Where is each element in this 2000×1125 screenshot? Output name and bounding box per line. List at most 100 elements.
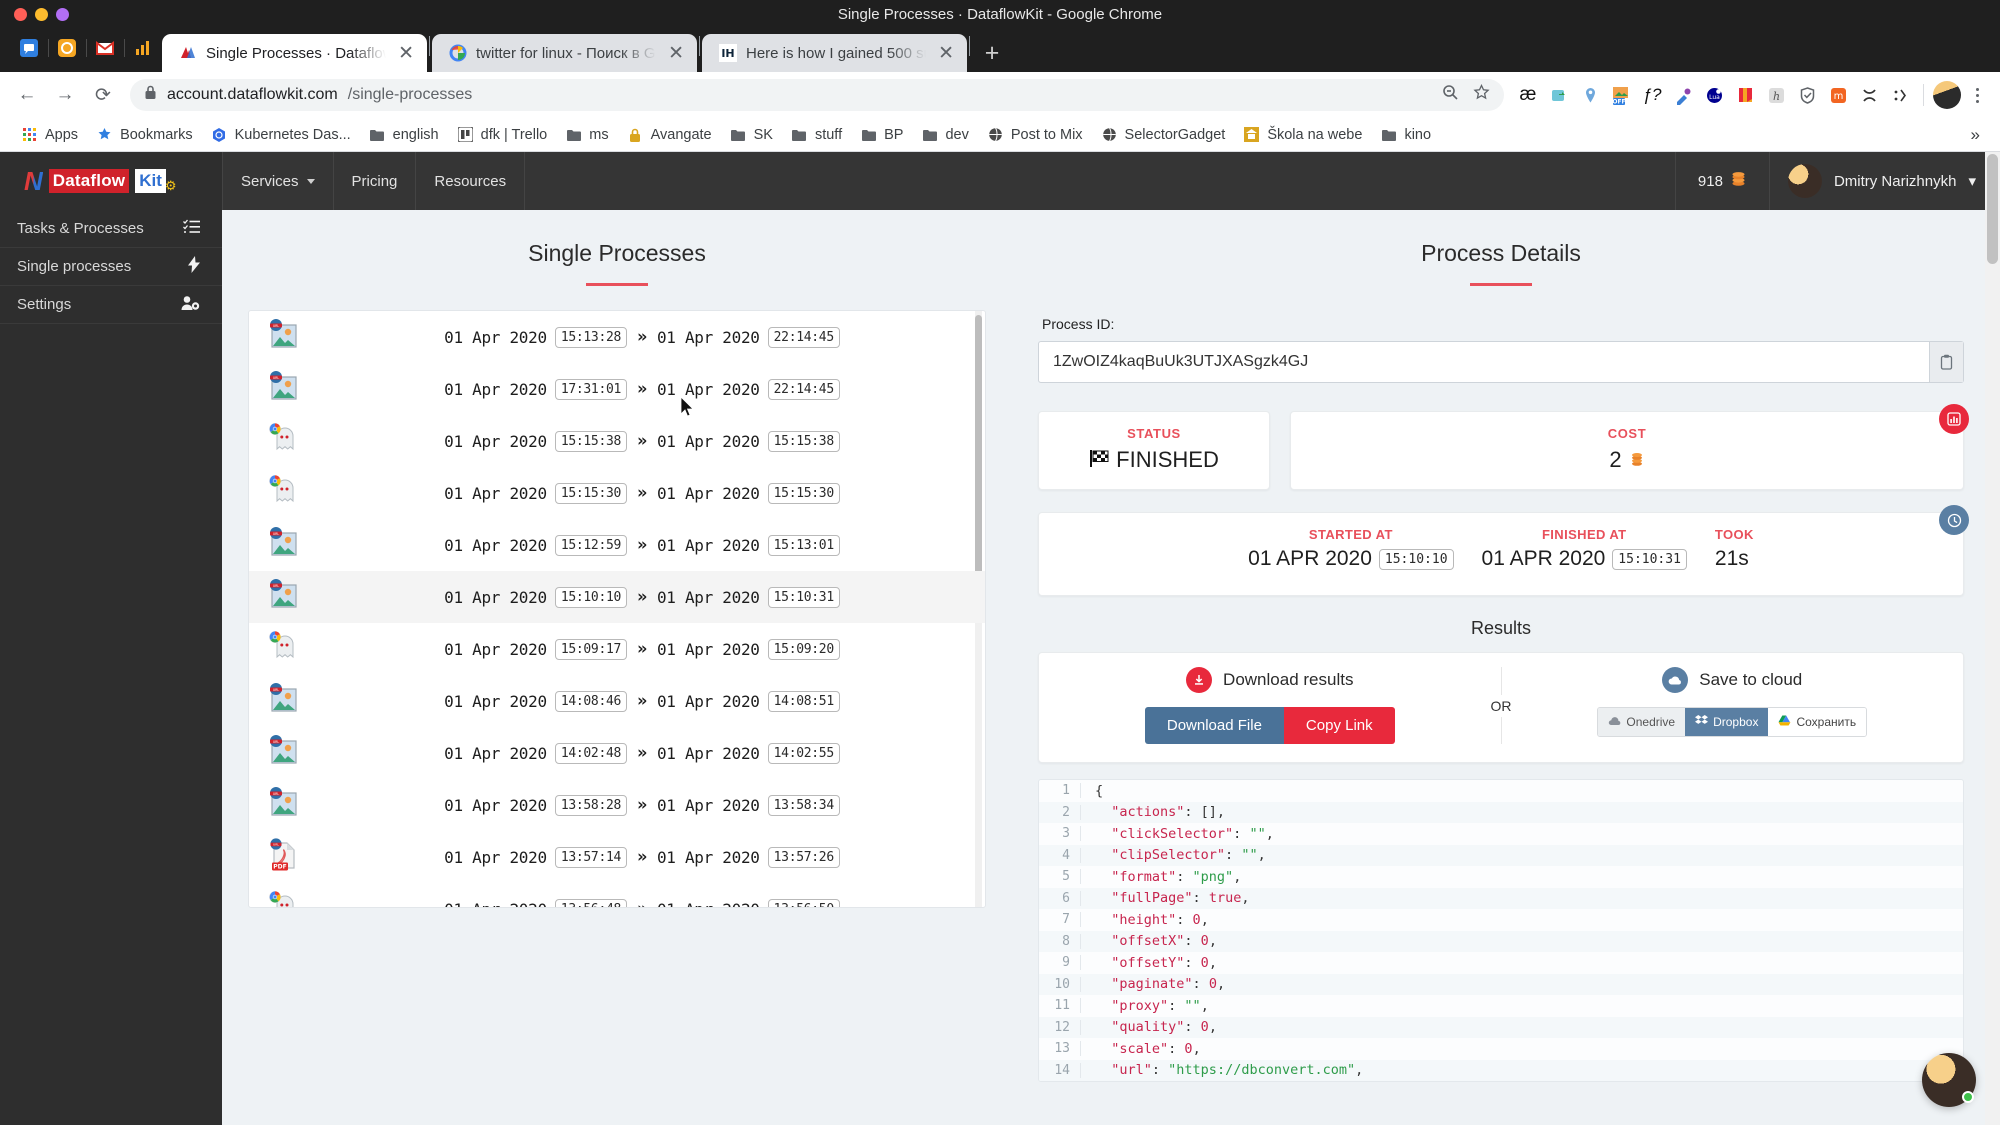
process-id-field[interactable]	[1038, 341, 1964, 383]
page-scrollbar-thumb[interactable]	[1987, 154, 1998, 264]
process-list-item[interactable]: PDF URL 01 Apr 2020 13:57:14 » 01 Apr 2020 13:…	[249, 831, 985, 883]
h-extension-icon[interactable]: h	[1762, 81, 1790, 109]
process-start-date: 01 Apr 2020	[444, 431, 547, 451]
process-list-item[interactable]: 01 Apr 2020 15:09:17 » 01 Apr 2020 15:09:20	[249, 623, 985, 675]
bookmark-english[interactable]: english	[360, 122, 448, 147]
app-icon[interactable]	[48, 31, 86, 65]
svg-text:IH: IH	[721, 47, 734, 60]
process-list-item[interactable]: 01 Apr 2020 15:15:38 » 01 Apr 2020 15:15:38	[249, 415, 985, 467]
tab-twitter-search[interactable]: twitter for linux - Поиск в Go ✕	[432, 34, 697, 72]
back-button[interactable]: ←	[10, 78, 44, 112]
url-host: account.dataflowkit.com	[167, 86, 338, 103]
nav-item-pricing[interactable]: Pricing	[334, 152, 417, 210]
yandex-extension-icon[interactable]	[1576, 81, 1604, 109]
code-line: 9 "offsetY": 0,	[1039, 952, 1963, 974]
code-line-text: "paginate": 0,	[1095, 976, 1226, 993]
messenger-icon[interactable]	[10, 31, 48, 65]
sidebar-item-tasks-processes[interactable]: Tasks & Processes	[0, 210, 222, 248]
process-list-item[interactable]: URL 01 Apr 2020 14:02:48 » 01 Apr 2020 14:02:…	[249, 727, 985, 779]
chrome-menu-icon[interactable]	[1964, 81, 1990, 109]
onedrive-button[interactable]: Onedrive	[1598, 708, 1686, 736]
process-list-item[interactable]: URL 01 Apr 2020 15:13:28 » 01 Apr 2020 22:14:…	[249, 311, 985, 363]
sidebar-item-single-processes[interactable]: Single processes	[0, 248, 222, 286]
copy-link-button[interactable]: Copy Link	[1283, 707, 1395, 744]
f-question-extension-icon[interactable]: ƒ?	[1638, 81, 1666, 109]
sidebar-item-settings[interactable]: Settings	[0, 286, 222, 324]
download-button-group: Download File Copy Link	[1144, 707, 1395, 744]
tab-single-processes[interactable]: Single Processes · DataflowK ✕	[162, 34, 427, 72]
share-extension-icon[interactable]	[1545, 81, 1573, 109]
minimize-window-button[interactable]	[35, 7, 48, 21]
process-id-input[interactable]	[1039, 342, 1929, 382]
process-start-date: 01 Apr 2020	[444, 587, 547, 607]
address-bar[interactable]: account.dataflowkit.com/single-processes	[130, 79, 1504, 111]
bookmark-dev[interactable]: dev	[912, 122, 977, 147]
zoom-out-icon[interactable]	[1442, 84, 1459, 106]
process-list-item[interactable]: 01 Apr 2020 15:15:30 » 01 Apr 2020 15:15:30	[249, 467, 985, 519]
shield-extension-icon[interactable]	[1793, 81, 1821, 109]
download-file-button[interactable]: Download File	[1144, 707, 1284, 744]
globe-icon	[1101, 126, 1118, 143]
support-chat-avatar[interactable]	[1922, 1053, 1976, 1107]
eyedropper-extension-icon[interactable]	[1669, 81, 1697, 109]
process-list-item[interactable]: URL 01 Apr 2020 17:31:01 » 01 Apr 2020 22:14:…	[249, 363, 985, 415]
dropbox-button[interactable]: Dropbox	[1685, 708, 1769, 736]
close-tab-button[interactable]: ✕	[665, 44, 687, 63]
app-logo[interactable]: N Dataflow Kit ⚙	[0, 152, 222, 210]
chart-icon[interactable]	[1939, 404, 1969, 434]
bookmark-sk[interactable]: SK	[721, 122, 782, 147]
process-end-date: 01 Apr 2020	[656, 379, 760, 399]
x-extension-icon[interactable]	[1855, 81, 1883, 109]
process-list-item[interactable]: 01 Apr 2020 13:56:48 » 01 Apr 2020 13:56:50	[249, 883, 985, 907]
bookmark-trello[interactable]: dfk | Trello	[448, 122, 557, 147]
clipboard-icon[interactable]	[1929, 342, 1963, 382]
image-off-extension-icon[interactable]: OFF	[1607, 81, 1635, 109]
lua-extension-icon[interactable]: Lua	[1700, 81, 1728, 109]
process-list-item[interactable]: URL 01 Apr 2020 15:10:10 » 01 Apr 2020 15:10:…	[249, 571, 985, 623]
bookmark-selectorgadget[interactable]: SelectorGadget	[1092, 122, 1235, 147]
bookmark-star-icon[interactable]	[1473, 83, 1490, 106]
bookmark-kino[interactable]: kino	[1371, 122, 1440, 147]
new-tab-button[interactable]: +	[972, 34, 1012, 72]
analytics-icon[interactable]	[124, 31, 162, 65]
bookmark-stuff[interactable]: stuff	[782, 122, 851, 147]
process-end-time: 15:10:31	[767, 586, 840, 608]
result-json-viewer[interactable]: 1{2 "actions": [], 3 "clickSelector": "",…	[1038, 779, 1964, 1082]
window-traffic-lights[interactable]	[0, 7, 69, 21]
bookmark-ms[interactable]: ms	[556, 122, 617, 147]
m-extension-icon[interactable]: ⅿ	[1824, 81, 1852, 109]
nav-item-resources[interactable]: Resources	[416, 152, 526, 210]
close-tab-button[interactable]: ✕	[935, 44, 957, 63]
bookmarks-overflow-button[interactable]: »	[1963, 125, 1988, 145]
nav-item-services[interactable]: Services	[222, 152, 334, 210]
bookmark-skola-na-webe[interactable]: Škola na webe	[1234, 122, 1371, 147]
bookmark-kubernetes[interactable]: Kubernetes Das...	[202, 122, 360, 147]
profile-avatar[interactable]	[1933, 81, 1961, 109]
google-drive-button[interactable]: Сохранить	[1768, 708, 1867, 736]
bookmark-avangate[interactable]: Avangate	[618, 122, 721, 147]
gmail-icon[interactable]	[86, 31, 124, 65]
arrow-icon: »	[637, 639, 647, 659]
process-start-time: 14:02:48	[554, 742, 628, 764]
process-list-item[interactable]: URL 01 Apr 2020 15:12:59 » 01 Apr 2020 15:13:…	[249, 519, 985, 571]
process-list-item[interactable]: URL 01 Apr 2020 14:08:46 » 01 Apr 2020 14:08:…	[249, 675, 985, 727]
close-tab-button[interactable]: ✕	[395, 44, 417, 63]
maximize-window-button[interactable]	[56, 7, 69, 21]
ae-extension-icon[interactable]: æ	[1514, 81, 1542, 109]
clock-icon[interactable]	[1939, 505, 1969, 535]
process-list-item[interactable]: URL 01 Apr 2020 13:58:28 » 01 Apr 2020 13:58:…	[249, 779, 985, 831]
bookmark-bp[interactable]: BP	[851, 122, 912, 147]
credits-balance[interactable]: 918	[1674, 152, 1770, 210]
tab-indiehackers-article[interactable]: IH Here is how I gained 500 sub ✕	[702, 34, 967, 72]
bookmark-post-to-mix[interactable]: Post to Mix	[978, 122, 1092, 147]
forward-button[interactable]: →	[48, 78, 82, 112]
bookmark-apps[interactable]: Apps	[12, 122, 87, 147]
reload-button[interactable]: ⟳	[86, 78, 120, 112]
paint-extension-icon[interactable]	[1731, 81, 1759, 109]
dots-extension-icon[interactable]	[1886, 81, 1914, 109]
process-list[interactable]: URL 01 Apr 2020 15:13:28 » 01 Apr 2020 22:14:…	[248, 310, 986, 908]
page-scrollbar-track[interactable]	[1985, 152, 2000, 1125]
user-menu[interactable]: Dmitry Narizhnykh ▾	[1770, 152, 2000, 210]
bookmark-bookmarks[interactable]: Bookmarks	[87, 122, 202, 147]
close-window-button[interactable]	[14, 7, 27, 21]
